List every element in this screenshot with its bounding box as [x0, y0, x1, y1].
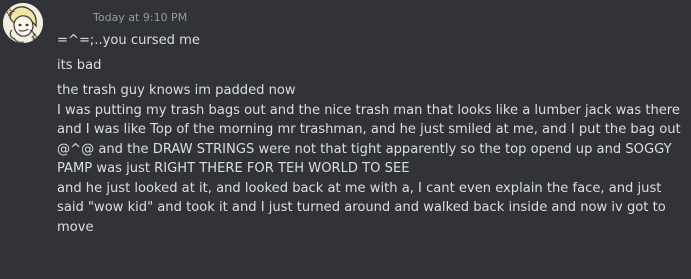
message-group: Today at 9:10 PM =^=;..you cursed me its…: [0, 0, 691, 279]
message-text: and he just looked at it, and looked bac…: [57, 180, 666, 216]
message-text: I was putting my trash bags out and the …: [57, 102, 685, 177]
message-text: its bad: [57, 57, 102, 73]
avatar-image: [3, 3, 43, 43]
user-avatar[interactable]: [3, 3, 43, 43]
message-text: =^=;..you cursed me: [57, 33, 200, 48]
message-timestamp: Today at 9:10 PM: [93, 11, 188, 24]
message-text: move: [57, 219, 94, 235]
message-list: =^=;..you cursed me its bad the trash gu…: [57, 31, 685, 237]
message-text: the trash guy knows im padded now: [57, 83, 296, 98]
